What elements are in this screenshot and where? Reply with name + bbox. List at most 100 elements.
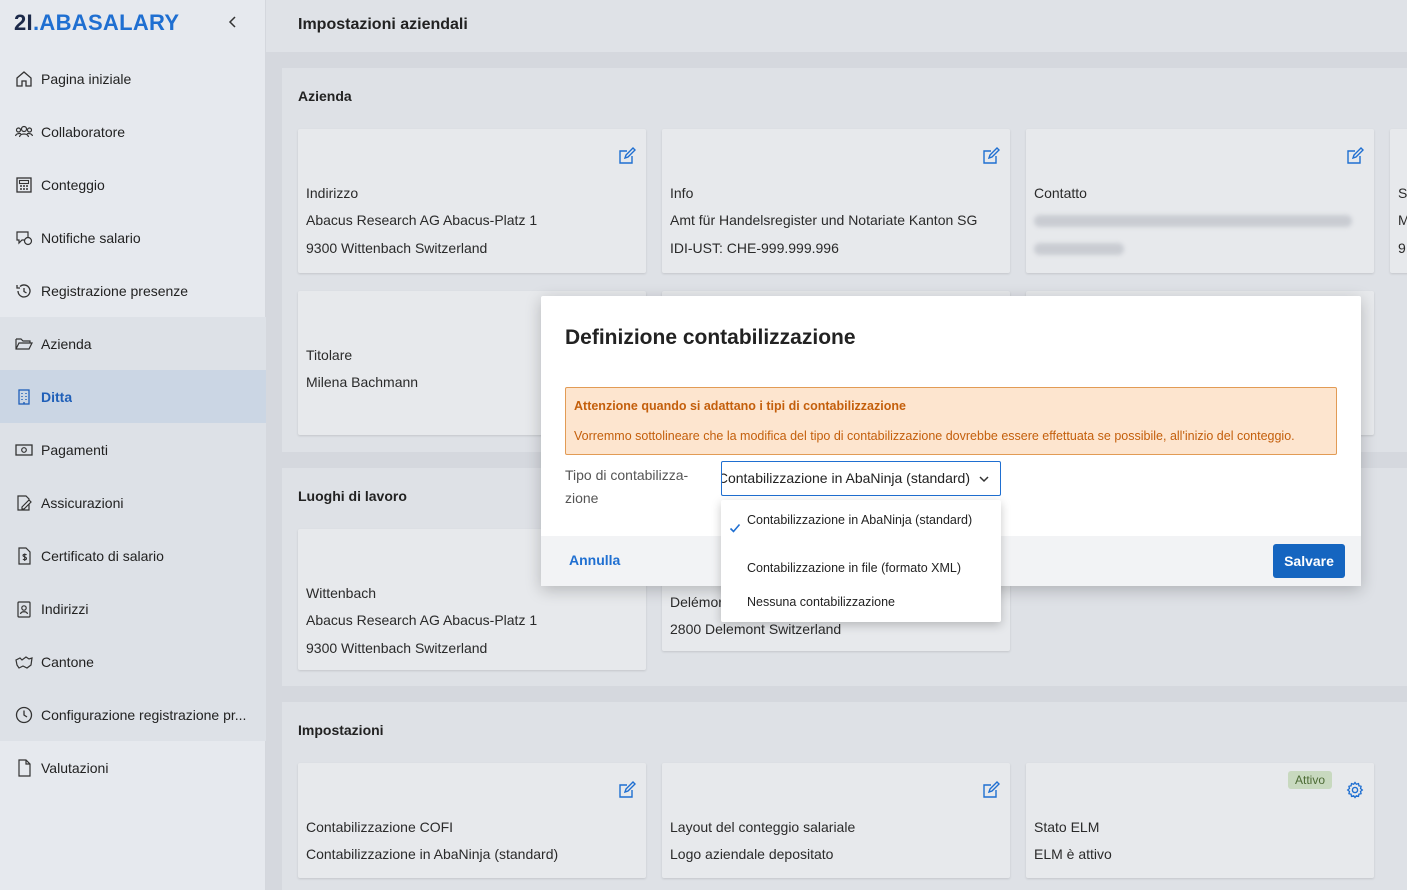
card-label: Contabilizzazione COFI: [306, 819, 454, 835]
section-impostazioni: Impostazioni Contabilizzazione COFI Cont…: [282, 702, 1407, 890]
sidebar-item-label: Azienda: [41, 335, 92, 352]
sidebar-item-collaboratore[interactable]: Collaboratore: [0, 105, 266, 158]
map-icon: [14, 652, 34, 672]
card-value: ELM è attivo: [1034, 846, 1112, 862]
cash-icon: [14, 440, 34, 460]
card-label: Titolare: [306, 347, 353, 363]
sidebar-item-assicurazioni[interactable]: Assicurazioni: [0, 476, 266, 529]
contact-card-icon: [14, 599, 34, 619]
edit-icon[interactable]: [618, 781, 636, 799]
card-value: 9: [1398, 240, 1406, 256]
card-label: Info: [670, 185, 694, 201]
option-xml-file[interactable]: Contabilizzazione in file (formato XML): [747, 560, 987, 576]
sidebar-item-home[interactable]: Pagina iniziale: [0, 52, 266, 105]
sidebar-item-label: Ditta: [41, 388, 73, 405]
card-info[interactable]: Info Amt für Handelsregister und Notaria…: [662, 129, 1010, 273]
sidebar-item-notifiche-salario[interactable]: Notifiche salario: [0, 211, 266, 264]
collapse-sidebar-icon[interactable]: [225, 14, 241, 30]
sidebar-item-label: Pagamenti: [41, 441, 108, 458]
section-title: Azienda: [298, 88, 352, 104]
sidebar-item-label: Valutazioni: [41, 759, 109, 776]
edit-icon[interactable]: [1346, 147, 1364, 165]
gear-icon[interactable]: [1346, 781, 1364, 799]
card-value: 2800 Delemont Switzerland: [670, 621, 842, 637]
card-label: Indirizzo: [306, 185, 359, 201]
card-value: Logo aziendale depositato: [670, 846, 834, 862]
sidebar-item-registrazione-presenze[interactable]: Registrazione presenze: [0, 264, 266, 317]
option-none[interactable]: Nessuna contabilizzazione: [747, 594, 987, 610]
sidebar-item-ditta[interactable]: Ditta: [0, 370, 266, 423]
history-icon: [14, 281, 34, 301]
sidebar-item-label: Conteggio: [41, 176, 105, 193]
sidebar-item-label: Configurazione registrazione pr...: [41, 706, 247, 723]
warning-box: Attenzione quando si adattano i tipi di …: [565, 387, 1337, 455]
sidebar-nav: Pagina iniziale Collaboratore Conteggio …: [0, 52, 266, 794]
booking-type-label: Tipo di contabilizza- zione: [565, 467, 689, 506]
section-title: Impostazioni: [298, 722, 384, 738]
app-logo[interactable]: 2I.ABASALARY: [14, 10, 179, 36]
booking-type-select[interactable]: Contabilizzazione in AbaNinja (standard): [721, 461, 1001, 496]
sidebar-item-certificato-salario[interactable]: Certificato di salario: [0, 529, 266, 582]
sidebar-item-label: Cantone: [41, 653, 94, 670]
sidebar-item-configurazione[interactable]: Configurazione registrazione pr...: [0, 688, 266, 741]
sidebar-item-indirizzi[interactable]: Indirizzi: [0, 582, 266, 635]
redacted-contact: [1034, 215, 1352, 227]
sidebar-item-label: Collaboratore: [41, 123, 126, 140]
option-abaninja[interactable]: Contabilizzazione in AbaNinja (standard): [747, 512, 987, 528]
card-indirizzo[interactable]: Indirizzo Abacus Research AG Abacus-Plat…: [298, 129, 646, 273]
save-button[interactable]: Salvare: [1273, 544, 1345, 578]
card-value: IDI-UST: CHE-999.999.996: [670, 240, 839, 256]
sidebar-item-label: Assicurazioni: [41, 494, 124, 511]
card-elm[interactable]: Attivo Stato ELM ELM è attivo: [1026, 763, 1374, 878]
card-contatto[interactable]: Contatto: [1026, 129, 1374, 273]
card-value: 9300 Wittenbach Switzerland: [306, 240, 488, 256]
page-header: Impostazioni aziendali: [266, 0, 1407, 52]
home-icon: [14, 69, 34, 89]
edit-icon[interactable]: [618, 147, 636, 165]
sidebar-item-label: Registrazione presenze: [41, 282, 189, 299]
card-layout[interactable]: Layout del conteggio salariale Logo azie…: [662, 763, 1010, 878]
sidebar-item-valutazioni[interactable]: Valutazioni: [0, 741, 266, 794]
card-partial[interactable]: S M 9: [1390, 129, 1407, 273]
sidebar-item-azienda[interactable]: Azienda: [0, 317, 266, 370]
calculator-icon: [14, 175, 34, 195]
document-icon: [14, 758, 34, 778]
warning-title: Attenzione quando si adattano i tipi di …: [574, 399, 906, 413]
sidebar-item-label: Pagina iniziale: [41, 70, 132, 87]
card-value: Abacus Research AG Abacus-Platz 1: [306, 612, 538, 628]
card-label: Stato ELM: [1034, 819, 1100, 835]
sidebar-item-label: Notifiche salario: [41, 229, 141, 246]
card-cofi[interactable]: Contabilizzazione COFI Contabilizzazione…: [298, 763, 646, 878]
sidebar-item-conteggio[interactable]: Conteggio: [0, 158, 266, 211]
sidebar-item-cantone[interactable]: Cantone: [0, 635, 266, 688]
document-edit-icon: [14, 493, 34, 513]
card-value: Abacus Research AG Abacus-Platz 1: [306, 212, 538, 228]
page-title: Impostazioni aziendali: [298, 16, 468, 33]
card-value: Amt für Handelsregister und Notariate Ka…: [670, 212, 978, 228]
cancel-button[interactable]: Annulla: [569, 552, 620, 568]
folder-open-icon: [14, 334, 34, 354]
sidebar-item-pagamenti[interactable]: Pagamenti: [0, 423, 266, 476]
card-label: Contatto: [1034, 185, 1087, 201]
card-label: Delémor: [670, 594, 723, 610]
card-value: 9300 Wittenbach Switzerland: [306, 640, 488, 656]
users-icon: [14, 122, 34, 142]
card-label: S: [1398, 185, 1407, 201]
sidebar: 2I.ABASALARY Pagina iniziale Collaborato…: [0, 0, 266, 890]
document-dollar-icon: [14, 546, 34, 566]
status-badge: Attivo: [1287, 771, 1332, 789]
check-icon: [729, 522, 741, 534]
edit-icon[interactable]: [982, 147, 1000, 165]
warning-text: Vorremmo sottolineare che la modifica de…: [574, 429, 1295, 443]
sidebar-item-label: Indirizzi: [41, 600, 89, 617]
building-icon: [14, 387, 34, 407]
card-value: M: [1398, 212, 1407, 228]
edit-icon[interactable]: [982, 781, 1000, 799]
card-value: Contabilizzazione in AbaNinja (standard): [306, 846, 559, 862]
select-value: Contabilizzazione in AbaNinja (standard): [721, 470, 970, 486]
clock-icon: [14, 705, 34, 725]
section-title: Luoghi di lavoro: [298, 488, 407, 504]
card-label: Layout del conteggio salariale: [670, 819, 856, 835]
redacted-phone: [1034, 243, 1124, 255]
chevron-down-icon: [978, 473, 990, 485]
